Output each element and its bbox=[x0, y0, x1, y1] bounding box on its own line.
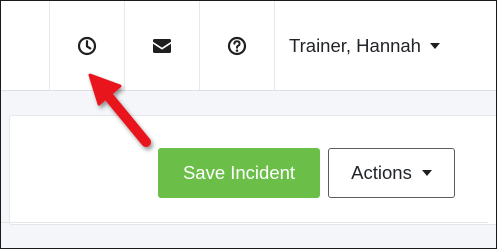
actions-dropdown-button[interactable]: Actions bbox=[328, 148, 455, 198]
help-button[interactable] bbox=[200, 1, 274, 90]
user-menu-dropdown[interactable]: Trainer, Hannah bbox=[289, 1, 440, 90]
card-divider bbox=[1, 222, 488, 223]
envelope-icon bbox=[153, 38, 171, 53]
actions-label: Actions bbox=[351, 162, 412, 183]
screenshot-frame: Trainer, Hannah Save Incident Actions bbox=[0, 0, 497, 249]
caret-down-icon bbox=[421, 170, 432, 176]
user-name: Trainer, Hannah bbox=[289, 34, 421, 56]
history-button[interactable] bbox=[50, 1, 124, 90]
history-clock-icon bbox=[77, 36, 97, 55]
nav-divider bbox=[274, 1, 275, 90]
save-incident-button[interactable]: Save Incident bbox=[158, 148, 320, 198]
help-question-icon bbox=[227, 36, 247, 55]
top-navbar: Trainer, Hannah bbox=[1, 1, 496, 91]
caret-down-icon bbox=[429, 42, 440, 49]
messages-button[interactable] bbox=[125, 1, 199, 90]
